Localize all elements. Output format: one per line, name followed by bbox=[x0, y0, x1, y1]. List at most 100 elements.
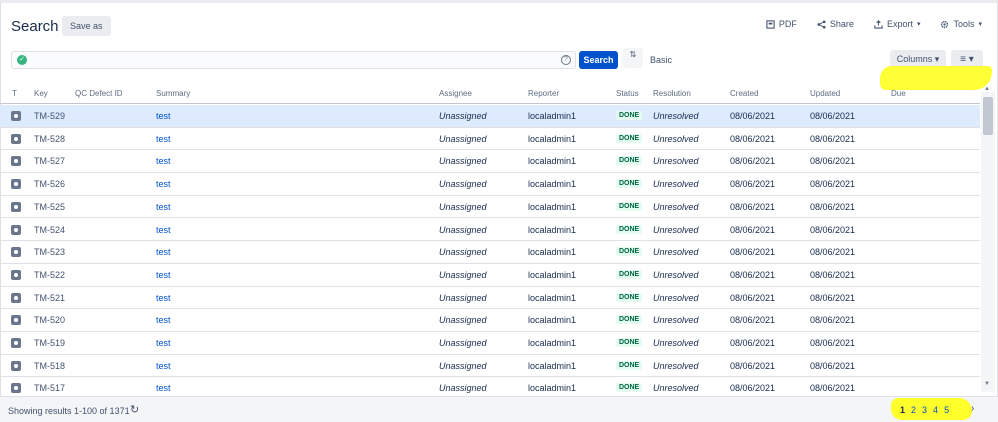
reporter-cell: localadmin1 bbox=[528, 156, 577, 167]
table-row[interactable]: TM-521 test Unassigned localadmin1 DONE … bbox=[0, 287, 980, 310]
scroll-down-icon[interactable]: ▼ bbox=[984, 381, 990, 387]
issue-key-link[interactable]: TM-517 bbox=[34, 383, 65, 393]
created-cell: 08/06/2021 bbox=[730, 315, 776, 326]
issue-summary-link[interactable]: test bbox=[156, 293, 171, 303]
issue-summary-link[interactable]: test bbox=[156, 338, 171, 348]
vertical-scrollbar[interactable] bbox=[981, 92, 995, 392]
issue-key-link[interactable]: TM-526 bbox=[34, 179, 65, 189]
tools-label: Tools bbox=[953, 19, 975, 29]
reporter-cell: localadmin1 bbox=[528, 201, 577, 212]
issue-key-link[interactable]: TM-522 bbox=[34, 270, 65, 280]
table-row[interactable]: TM-523 test Unassigned localadmin1 DONE … bbox=[0, 241, 980, 264]
search-button[interactable]: Search bbox=[579, 51, 618, 69]
resolution-cell: Unresolved bbox=[653, 224, 699, 235]
pdf-icon bbox=[766, 19, 775, 29]
column-header-type[interactable]: T bbox=[12, 89, 17, 98]
share-button[interactable]: Share bbox=[817, 19, 854, 29]
export-icon bbox=[874, 19, 883, 29]
resolution-cell: Unresolved bbox=[653, 338, 699, 348]
column-header-resolution[interactable]: Resolution bbox=[653, 89, 691, 98]
table-row[interactable]: TM-525 test Unassigned localadmin1 DONE … bbox=[0, 196, 980, 219]
issue-key-link[interactable]: TM-524 bbox=[34, 225, 65, 235]
chevron-down-icon: ▾ bbox=[978, 21, 982, 28]
scrollbar-thumb[interactable] bbox=[983, 97, 993, 135]
basic-mode-link[interactable]: Basic bbox=[650, 55, 672, 65]
issue-summary-link[interactable]: test bbox=[156, 202, 171, 212]
page-link-5[interactable]: 5 bbox=[944, 405, 949, 415]
updated-cell: 08/06/2021 bbox=[810, 383, 856, 394]
issue-key-link[interactable]: TM-520 bbox=[34, 315, 65, 325]
issue-summary-link[interactable]: test bbox=[156, 361, 171, 371]
column-header-summary[interactable]: Summary bbox=[156, 89, 190, 98]
table-row[interactable]: TM-527 test Unassigned localadmin1 DONE … bbox=[0, 150, 980, 174]
search-input[interactable]: ✓ ? bbox=[11, 51, 576, 69]
issue-key-link[interactable]: TM-523 bbox=[34, 247, 65, 257]
issue-summary-link[interactable]: test bbox=[156, 179, 171, 189]
page-link-2[interactable]: 2 bbox=[911, 405, 916, 415]
refresh-icon[interactable]: ↻ bbox=[130, 403, 139, 416]
issue-type-icon bbox=[11, 247, 21, 258]
issue-type-icon bbox=[11, 338, 21, 348]
issue-summary-link[interactable]: test bbox=[156, 383, 171, 393]
export-button[interactable]: Export ▾ bbox=[874, 19, 920, 29]
tools-button[interactable]: Tools ▾ bbox=[940, 19, 982, 29]
table-row[interactable]: TM-526 test Unassigned localadmin1 DONE … bbox=[0, 173, 980, 196]
issue-summary-link[interactable]: test bbox=[156, 225, 171, 235]
page-link-1[interactable]: 1 bbox=[900, 405, 905, 415]
pdf-button[interactable]: PDF bbox=[766, 19, 797, 29]
assignee-cell: Unassigned bbox=[439, 247, 487, 258]
issue-type-icon bbox=[11, 224, 21, 235]
columns-label: Columns bbox=[896, 54, 933, 64]
page-link-3[interactable]: 3 bbox=[922, 405, 927, 415]
issue-key-link[interactable]: TM-518 bbox=[34, 361, 65, 371]
share-label: Share bbox=[829, 19, 854, 29]
column-header-status[interactable]: Status bbox=[616, 89, 639, 98]
column-header-assignee[interactable]: Assignee bbox=[439, 89, 472, 98]
table-row[interactable]: TM-519 test Unassigned localadmin1 DONE … bbox=[0, 332, 980, 355]
table-row[interactable]: TM-520 test Unassigned localadmin1 DONE … bbox=[0, 309, 980, 332]
table-row[interactable]: TM-518 test Unassigned localadmin1 DONE … bbox=[0, 355, 980, 378]
assignee-cell: Unassigned bbox=[439, 360, 487, 371]
issue-summary-link[interactable]: test bbox=[156, 111, 171, 121]
scroll-up-icon[interactable]: ▲ bbox=[984, 86, 990, 92]
issue-summary-link[interactable]: test bbox=[156, 315, 171, 325]
table-row[interactable]: TM-528 test Unassigned localadmin1 DONE … bbox=[0, 128, 980, 151]
reporter-cell: localadmin1 bbox=[528, 315, 577, 326]
issue-key-link[interactable]: TM-519 bbox=[34, 338, 65, 348]
column-header-key[interactable]: Key bbox=[34, 89, 48, 98]
issue-key-link[interactable]: TM-529 bbox=[34, 111, 65, 121]
column-header-reporter[interactable]: Reporter bbox=[528, 89, 559, 98]
gear-icon bbox=[941, 20, 949, 28]
table-row[interactable]: TM-529 test Unassigned localadmin1 DONE … bbox=[0, 105, 980, 128]
reporter-cell: localadmin1 bbox=[528, 383, 577, 394]
pagination: 1 2 3 4 5 bbox=[900, 405, 949, 415]
assignee-cell: Unassigned bbox=[439, 269, 487, 280]
column-header-updated[interactable]: Updated bbox=[810, 89, 840, 98]
issue-summary-link[interactable]: test bbox=[156, 247, 171, 257]
updated-cell: 08/06/2021 bbox=[810, 179, 856, 190]
table-row[interactable]: TM-522 test Unassigned localadmin1 DONE … bbox=[0, 264, 980, 287]
issue-summary-link[interactable]: test bbox=[156, 270, 171, 280]
issue-key-link[interactable]: TM-525 bbox=[34, 202, 65, 212]
check-icon: ✓ bbox=[17, 55, 27, 65]
updated-cell: 08/06/2021 bbox=[810, 269, 856, 280]
issue-summary-link[interactable]: test bbox=[156, 156, 171, 166]
table-row[interactable]: TM-524 test Unassigned localadmin1 DONE … bbox=[0, 219, 980, 242]
created-cell: 08/06/2021 bbox=[730, 292, 776, 303]
column-header-due[interactable]: Due bbox=[891, 89, 906, 98]
help-icon[interactable]: ? bbox=[561, 55, 571, 65]
column-header-qc-defect-id[interactable]: QC Defect ID bbox=[75, 89, 123, 98]
issue-key-link[interactable]: TM-521 bbox=[34, 293, 65, 303]
issue-key-link[interactable]: TM-528 bbox=[34, 134, 65, 144]
column-header-created[interactable]: Created bbox=[730, 89, 758, 98]
chevron-down-icon: ▾ bbox=[934, 54, 940, 64]
issue-key-link[interactable]: TM-527 bbox=[34, 156, 65, 166]
chevron-down-icon: ▾ bbox=[968, 54, 974, 65]
issue-type-icon bbox=[11, 269, 21, 280]
chevron-right-icon[interactable]: › bbox=[971, 403, 974, 414]
issue-summary-link[interactable]: test bbox=[156, 134, 171, 144]
page-link-4[interactable]: 4 bbox=[933, 405, 938, 415]
switch-mode-icon[interactable]: ⇅ bbox=[623, 48, 643, 68]
save-as-button[interactable]: Save as bbox=[62, 16, 111, 36]
resolution-cell: Unresolved bbox=[653, 179, 699, 190]
